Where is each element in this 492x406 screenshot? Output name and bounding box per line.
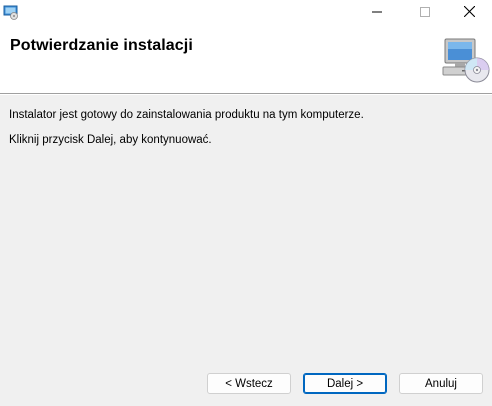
close-button[interactable]: [446, 0, 492, 23]
header-separator: [0, 93, 492, 95]
title-bar: [0, 0, 492, 23]
maximize-icon: [420, 6, 430, 17]
close-icon: [463, 6, 475, 17]
page-title: Potwierdzanie instalacji: [10, 37, 193, 54]
header-banner: Potwierdzanie instalacji: [0, 23, 492, 93]
next-button[interactable]: Dalej >: [303, 373, 387, 394]
ready-message: Instalator jest gotowy do zainstalowania…: [9, 109, 364, 121]
instruction-message: Kliknij przycisk Dalej, aby kontynuować.: [9, 134, 212, 146]
cancel-button[interactable]: Anuluj: [399, 373, 483, 394]
computer-cd-icon: [442, 38, 490, 83]
installer-icon: [3, 5, 18, 20]
minimize-icon: [372, 11, 382, 12]
minimize-button[interactable]: [354, 0, 400, 23]
maximize-button[interactable]: [402, 0, 448, 23]
back-button[interactable]: < Wstecz: [207, 373, 291, 394]
